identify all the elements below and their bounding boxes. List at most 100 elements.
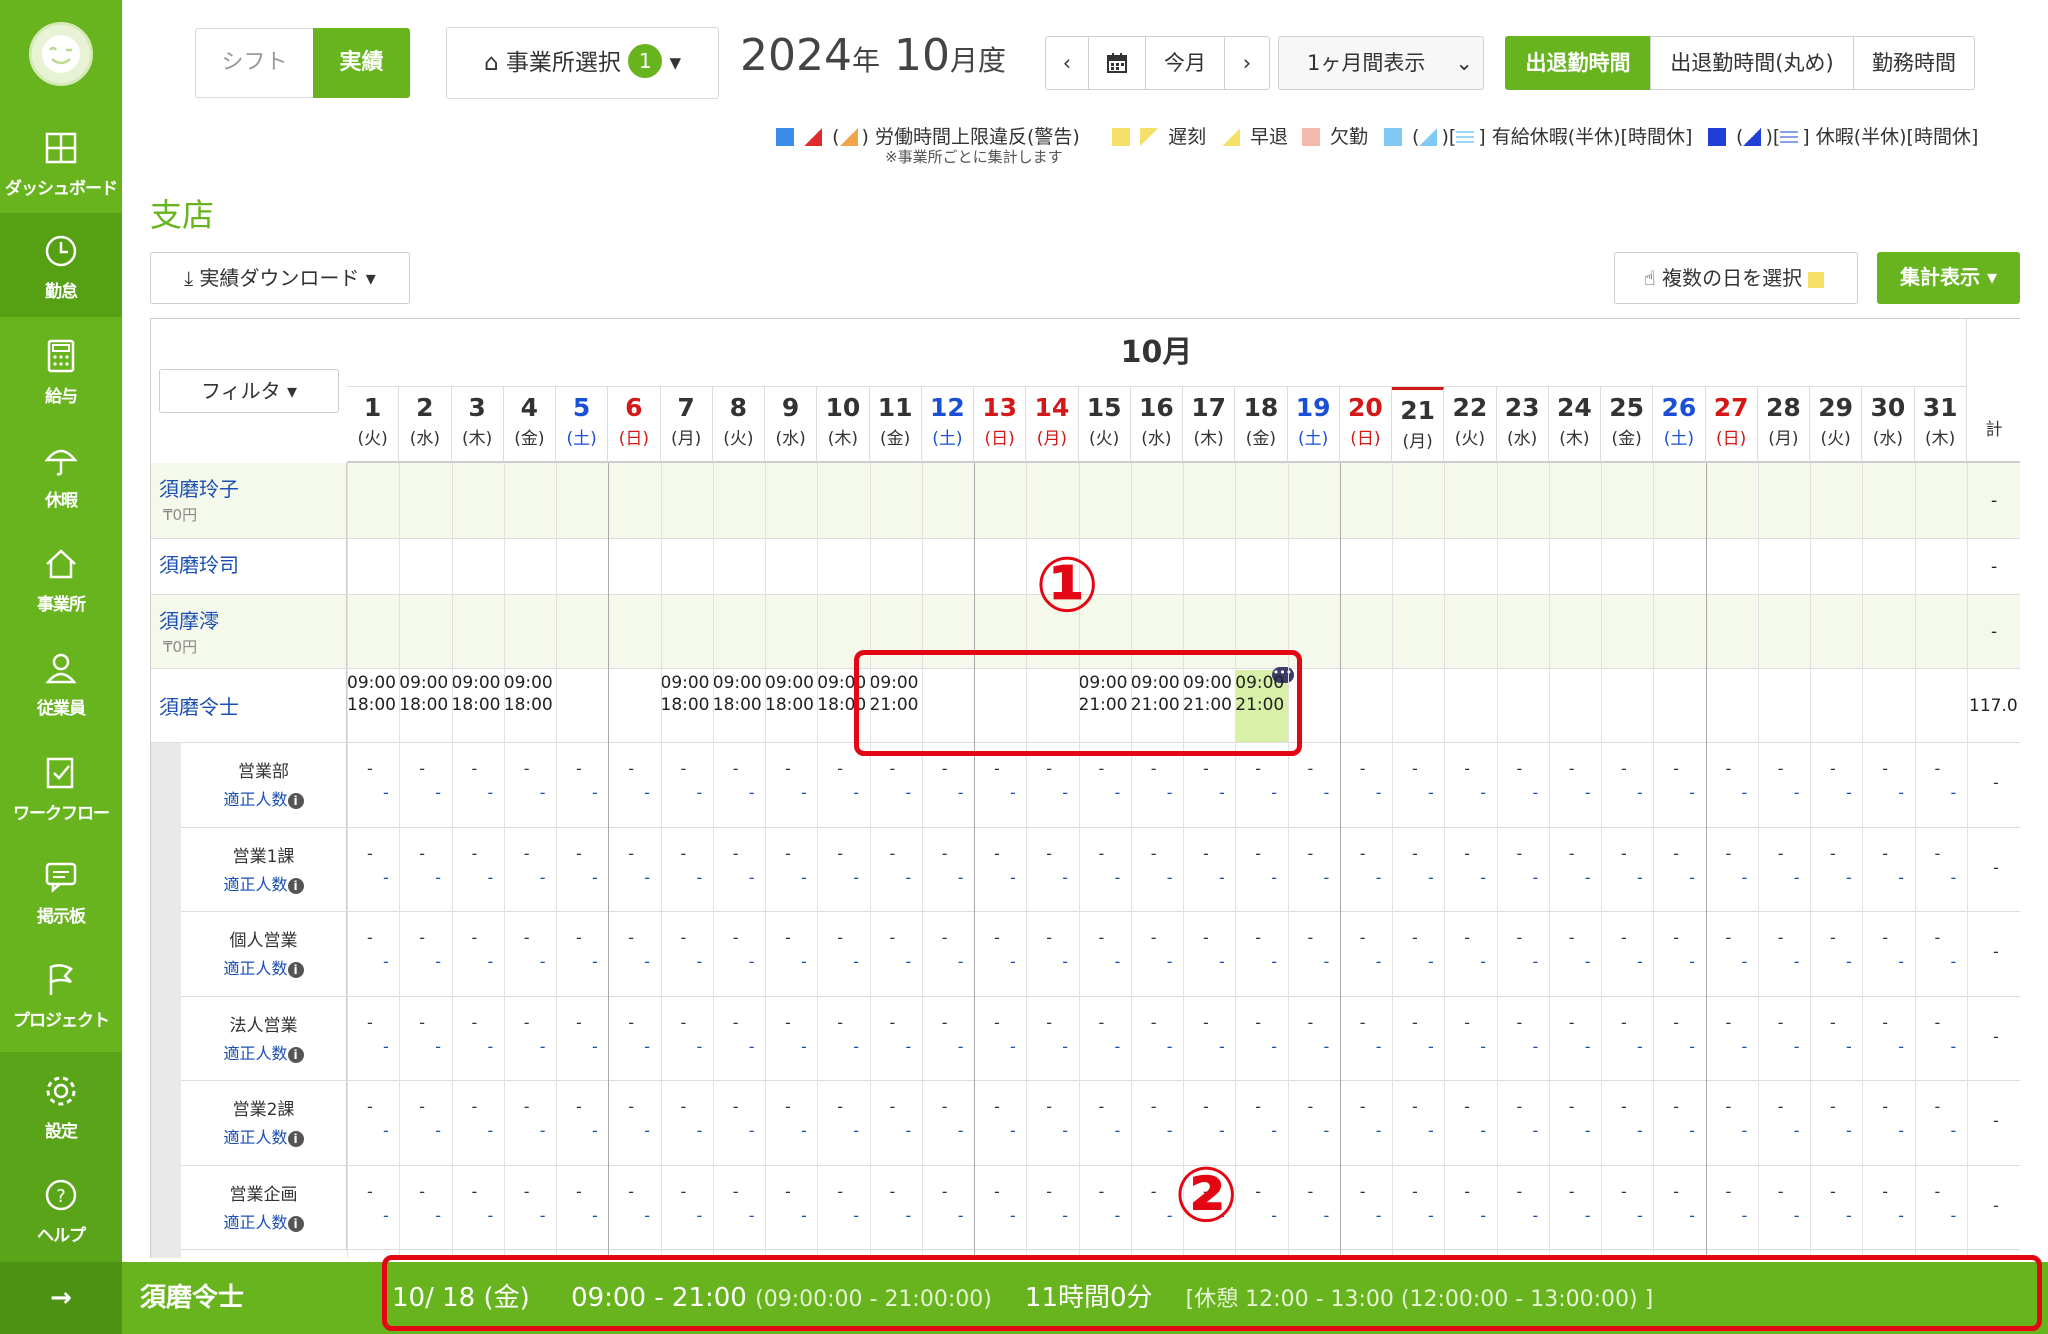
- department-optimal-count[interactable]: 適正人数 i: [181, 1209, 346, 1233]
- collapse-sidebar-button[interactable]: →: [0, 1262, 122, 1334]
- toggle-work-hours[interactable]: 勤務時間: [1853, 36, 1975, 90]
- day-header-29[interactable]: 29 (火): [1810, 387, 1863, 463]
- day-header-19[interactable]: 19 (土): [1287, 387, 1340, 463]
- sidebar-item-calculator[interactable]: 給与: [0, 318, 122, 422]
- info-icon[interactable]: i: [287, 1131, 304, 1147]
- day-header-12[interactable]: 12 (土): [921, 387, 974, 463]
- day-header-20[interactable]: 20 (日): [1339, 387, 1392, 463]
- grid-column-line: [451, 463, 453, 1258]
- day-header-22[interactable]: 22 (火): [1444, 387, 1497, 463]
- day-header-10[interactable]: 10 (木): [817, 387, 870, 463]
- sidebar-item-home[interactable]: 事業所: [0, 526, 122, 630]
- day-header-7[interactable]: 7 (月): [660, 387, 713, 463]
- day-header-1[interactable]: 1 (火): [347, 387, 400, 463]
- info-icon[interactable]: i: [287, 877, 304, 894]
- shift-cell[interactable]: 09:00 18:00: [347, 672, 396, 716]
- prev-month-button[interactable]: ‹: [1045, 36, 1089, 90]
- calendar-button[interactable]: [1088, 36, 1146, 90]
- info-icon[interactable]: i: [287, 1046, 304, 1063]
- sidebar-item-checklist[interactable]: ワークフロー: [0, 735, 122, 839]
- day-header-16[interactable]: 16 (水): [1130, 387, 1183, 463]
- info-icon[interactable]: i: [287, 1215, 304, 1232]
- toggle-clock-times[interactable]: 出退勤時間: [1505, 36, 1651, 90]
- dept-day-value: -: [1203, 1012, 1209, 1032]
- dept-day-optimal: -: [1114, 1036, 1121, 1056]
- shift-cell[interactable]: 09:00 18:00: [452, 672, 501, 716]
- dept-day-value: -: [1516, 843, 1523, 863]
- office-select-label: 事業所選択: [505, 50, 621, 76]
- sidebar-item-dashboard[interactable]: ダッシュボード: [0, 110, 122, 214]
- day-header-30[interactable]: 30 (水): [1862, 387, 1915, 463]
- day-header-2[interactable]: 2 (水): [399, 387, 452, 463]
- employee-name-link[interactable]: 須磨令士: [151, 669, 346, 720]
- tab-jisseki[interactable]: 実績: [313, 28, 410, 98]
- day-header-21[interactable]: 21 (月): [1392, 387, 1445, 463]
- app-logo[interactable]: [29, 22, 93, 86]
- dept-day-value: -: [1621, 1181, 1627, 1201]
- day-header-23[interactable]: 23 (水): [1496, 387, 1549, 463]
- sidebar-item-person[interactable]: 従業員: [0, 630, 122, 734]
- info-icon[interactable]: i: [287, 962, 304, 978]
- dept-day-value: -: [837, 1097, 844, 1116]
- day-header-15[interactable]: 15 (火): [1078, 387, 1131, 463]
- sidebar-item-gear[interactable]: 設定: [0, 1053, 122, 1157]
- day-header-28[interactable]: 28 (月): [1757, 387, 1810, 463]
- shift-cell[interactable]: 09:00 18:00: [713, 672, 762, 716]
- day-header-31[interactable]: 31 (木): [1914, 387, 1967, 463]
- office-count-badge: 1: [628, 44, 663, 78]
- department-optimal-count[interactable]: 適正人数 i: [181, 955, 346, 979]
- day-header-8[interactable]: 8 (火): [712, 387, 765, 463]
- day-header-6[interactable]: 6 (日): [608, 387, 661, 463]
- next-month-button[interactable]: ›: [1224, 36, 1270, 90]
- this-month-button[interactable]: 今月: [1145, 36, 1225, 90]
- employee-name-link[interactable]: 須摩澪: [151, 595, 346, 634]
- day-weekday: (月): [1768, 429, 1799, 449]
- day-header-11[interactable]: 11 (金): [869, 387, 922, 463]
- day-header-24[interactable]: 24 (木): [1548, 387, 1601, 463]
- sidebar-item-help[interactable]: ? ヘルプ: [0, 1157, 122, 1261]
- employee-name-link[interactable]: 須磨玲司: [151, 539, 346, 578]
- dept-day-value: -: [576, 1097, 582, 1116]
- dept-day-value: -: [1412, 1097, 1418, 1116]
- shift-cell[interactable]: 09:00 18:00: [504, 672, 553, 716]
- dept-day-optimal: -: [1532, 952, 1539, 971]
- shift-cell[interactable]: 09:00 18:00: [661, 672, 710, 716]
- display-mode-select[interactable]: 1ヶ月間表示 ⌄: [1278, 36, 1484, 90]
- sidebar-item-clock[interactable]: 勤怠: [0, 213, 122, 317]
- day-header-18[interactable]: 18 (金): [1235, 387, 1288, 463]
- day-header-14[interactable]: 14 (月): [1026, 387, 1079, 463]
- dept-day-optimal: -: [1480, 1036, 1487, 1056]
- summary-view-button[interactable]: 集計表示 ▾: [1877, 252, 2020, 304]
- day-header-5[interactable]: 5 (土): [556, 387, 609, 463]
- shift-cell[interactable]: 09:00 18:00: [765, 672, 814, 716]
- grid-column-line: [1183, 463, 1184, 1258]
- department-optimal-count[interactable]: 適正人数 i: [181, 786, 346, 810]
- day-header-25[interactable]: 25 (金): [1601, 387, 1654, 463]
- day-header-4[interactable]: 4 (金): [503, 387, 556, 463]
- department-optimal-count[interactable]: 適正人数 i: [181, 1124, 346, 1148]
- department-optimal-count[interactable]: 適正人数 i: [181, 1040, 346, 1064]
- day-header-17[interactable]: 17 (木): [1183, 387, 1236, 463]
- filter-button[interactable]: フィルタ ▾: [159, 369, 339, 413]
- shift-cell[interactable]: 09:00 18:00: [399, 672, 448, 716]
- select-multiple-days-button[interactable]: ☝ 複数の日を選択: [1614, 252, 1858, 304]
- dept-day-value: -: [1830, 843, 1836, 863]
- dept-day-value: -: [1830, 759, 1836, 778]
- dept-day-value: -: [1203, 1097, 1209, 1116]
- grid-column-line: [1757, 463, 1759, 1258]
- toggle-rounded-times[interactable]: 出退勤時間(丸め): [1650, 36, 1854, 90]
- sidebar-item-umbrella[interactable]: 休暇: [0, 422, 122, 526]
- day-header-9[interactable]: 9 (水): [765, 387, 818, 463]
- sidebar-item-flag[interactable]: プロジェクト: [0, 942, 122, 1046]
- employee-name-link[interactable]: 須磨玲子: [151, 463, 346, 502]
- department-optimal-count[interactable]: 適正人数 i: [181, 871, 346, 895]
- day-header-13[interactable]: 13 (日): [974, 387, 1027, 463]
- info-icon[interactable]: i: [287, 793, 304, 809]
- office-select-dropdown[interactable]: ⌂ 事業所選択 1 ▾: [446, 27, 719, 99]
- day-header-26[interactable]: 26 (土): [1653, 387, 1706, 463]
- sidebar-item-message[interactable]: 掲示板: [0, 838, 122, 942]
- download-results-button[interactable]: ⤓ 実績ダウンロード ▾: [150, 252, 410, 304]
- day-header-27[interactable]: 27 (日): [1705, 387, 1758, 463]
- tab-shift[interactable]: シフト: [195, 28, 314, 98]
- day-header-3[interactable]: 3 (木): [451, 387, 504, 463]
